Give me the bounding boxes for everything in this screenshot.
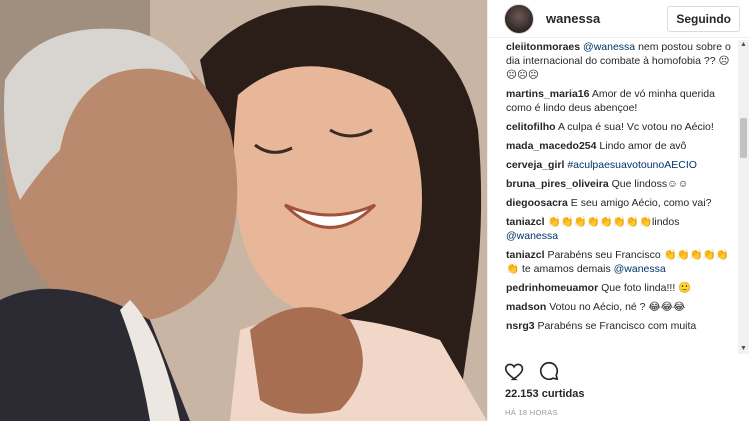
comment-user[interactable]: cerveja_girl [506,159,564,171]
post-header: wanessa Seguindo [488,0,750,38]
username[interactable]: wanessa [546,11,667,26]
scroll-up-icon[interactable]: ▲ [738,40,749,50]
comment-text: A culpa é sua! Vc votou no Aécio! [557,121,714,133]
comment-hashtag[interactable]: #aculpaesuavotounoAECIO [567,159,697,171]
comment-text: Parabéns se Francisco com muita [537,320,697,332]
scroll-thumb[interactable] [740,118,747,158]
comment-user[interactable]: taniazcl [506,216,545,228]
comment-user[interactable]: celitofilho [506,121,556,133]
comment-icon[interactable] [538,360,560,382]
comment-user[interactable]: nsrg3 [506,320,535,332]
comment-item: bruna_pires_oliveira Que lindoss☺☺ [506,177,731,191]
comment-user[interactable]: mada_macedo254 [506,140,596,152]
comment-text: Lindo amor de avô [599,140,687,152]
comment-user[interactable]: cleiitonmoraes [506,41,580,53]
comments-scrollbar[interactable]: ▲ ▼ [738,40,749,354]
post-actions [504,360,560,382]
comment-user[interactable]: diegoosacra [506,197,568,209]
comment-user[interactable]: madson [506,301,546,313]
comment-item: celitofilho A culpa é sua! Vc votou no A… [506,120,731,134]
comment-text: Que foto linda!!! 🙂 [601,282,692,294]
avatar[interactable] [504,3,534,34]
comment-mention[interactable]: @wanessa [583,41,635,53]
comment-user[interactable]: martins_maria16 [506,88,589,100]
scroll-down-icon[interactable]: ▼ [738,344,749,354]
comment-text: Que lindoss☺☺ [611,178,689,190]
post-timestamp: HÁ 18 HORAS [505,408,558,417]
comment-text: Votou no Aécio, né ? 😂😂😂 [549,301,686,313]
comment-user[interactable]: pedrinhomeuamor [506,282,598,294]
comment-item: cerveja_girl #aculpaesuavotounoAECIO [506,158,731,172]
comment-mention[interactable]: @wanessa [614,263,666,275]
comment-text: E seu amigo Aécio, como vai? [570,197,712,209]
comment-item: madson Votou no Aécio, né ? 😂😂😂 [506,300,731,314]
comment-mention[interactable]: @wanessa [506,230,558,242]
post-photo [0,0,487,421]
comment-item: nsrg3 Parabéns se Francisco com muita [506,319,731,333]
comment-item: martins_maria16 Amor de vó minha querida… [506,87,731,115]
photo-illustration [0,0,487,421]
comment-text: 👏👏👏👏👏👏👏👏lindos [547,216,680,228]
like-count[interactable]: 22.153 curtidas [505,388,585,400]
comment-user[interactable]: taniazcl [506,249,545,261]
comment-item: pedrinhomeuamor Que foto linda!!! 🙂 [506,281,731,295]
comment-item: cleiitonmoraes @wanessa nem postou sobre… [506,40,731,82]
comments-list: cleiitonmoraes @wanessa nem postou sobre… [488,40,737,354]
heart-icon[interactable] [504,360,526,382]
side-panel: wanessa Seguindo cleiitonmoraes @wanessa… [487,0,750,421]
comment-item: taniazcl 👏👏👏👏👏👏👏👏lindos @wanessa [506,215,731,243]
comment-item: taniazcl Parabéns seu Francisco 👏👏👏👏👏👏 t… [506,248,731,276]
comment-user[interactable]: bruna_pires_oliveira [506,178,609,190]
instagram-post: wanessa Seguindo cleiitonmoraes @wanessa… [0,0,750,421]
comment-item: mada_macedo254 Lindo amor de avô [506,139,731,153]
following-button[interactable]: Seguindo [667,5,740,32]
comment-item: diegoosacra E seu amigo Aécio, como vai? [506,196,731,210]
